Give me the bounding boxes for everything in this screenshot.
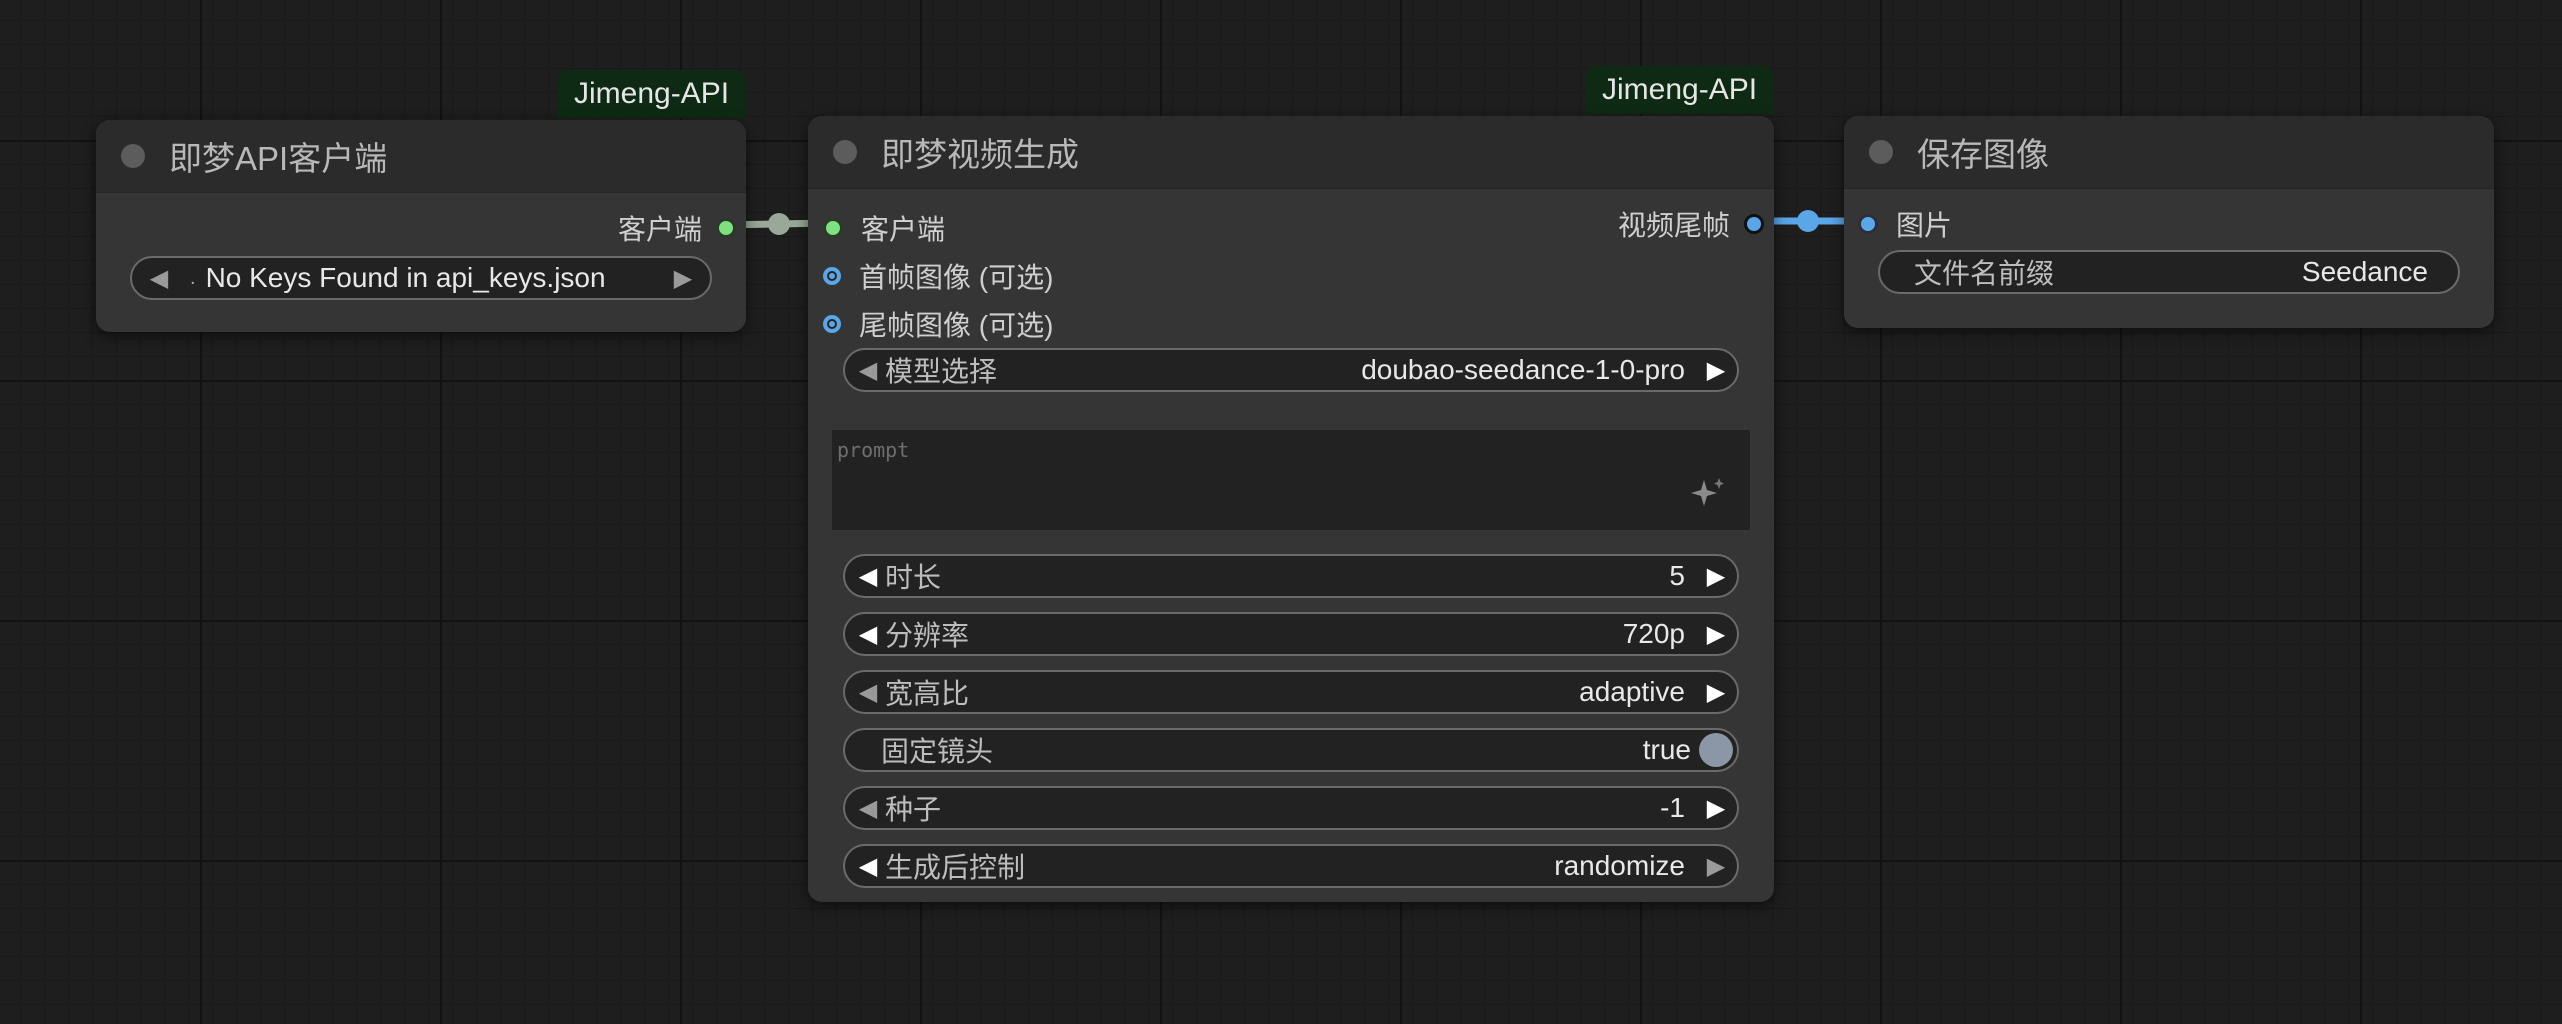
widget-value: adaptive xyxy=(1579,676,1685,707)
filename-prefix-field[interactable]: 文件名前缀 Seedance xyxy=(1878,250,2460,294)
collapse-dot-icon[interactable] xyxy=(833,140,857,164)
widget-label: 文件名前缀 xyxy=(1914,258,2055,289)
camera-fixed-toggle[interactable]: 固定镜头 true xyxy=(843,728,1739,772)
widget-label: 分辨率 xyxy=(885,620,970,651)
input-slot-last-frame[interactable]: 尾帧图像 (可选) xyxy=(823,304,1053,344)
toggle-knob-icon[interactable] xyxy=(1699,733,1733,767)
output-label: 视频尾帧 xyxy=(1617,210,1730,241)
api-key-value: No Keys Found in api_keys.json xyxy=(205,262,606,293)
widget-value: 5 xyxy=(1669,560,1685,591)
arrow-right-icon[interactable]: ▶ xyxy=(1701,620,1731,649)
api-key-prefix: . xyxy=(190,266,196,289)
input-label: 尾帧图像 (可选) xyxy=(859,310,1054,341)
arrow-right-icon[interactable]: ▶ xyxy=(1701,852,1731,881)
widget-value: randomize xyxy=(1554,850,1685,881)
input-socket-icon[interactable] xyxy=(1858,214,1878,234)
arrow-right-icon[interactable]: ▶ xyxy=(668,264,698,293)
input-socket-icon[interactable] xyxy=(823,218,843,238)
output-slot-client[interactable]: 客户端 xyxy=(618,208,736,248)
arrow-left-icon[interactable]: ◀ xyxy=(853,356,883,385)
input-label: 图片 xyxy=(1896,210,1953,241)
widget-label: 固定镜头 xyxy=(881,736,994,767)
save-image-node[interactable]: 保存图像 图片 文件名前缀 Seedance xyxy=(1844,116,2494,328)
node-badge: Jimeng-API xyxy=(1586,66,1774,114)
input-label: 首帧图像 (可选) xyxy=(859,262,1054,293)
input-slot-first-frame[interactable]: 首帧图像 (可选) xyxy=(823,256,1053,296)
output-socket-icon[interactable] xyxy=(1744,214,1764,234)
output-socket-icon[interactable] xyxy=(716,218,736,238)
arrow-right-icon[interactable]: ▶ xyxy=(1701,794,1731,823)
widget-label: 种子 xyxy=(885,794,942,825)
widget-value: doubao-seedance-1-0-pro xyxy=(1361,354,1685,385)
api-key-select[interactable]: ◀ . No Keys Found in api_keys.json ▶ xyxy=(130,256,712,300)
node-header[interactable]: 保存图像 xyxy=(1844,116,2494,189)
arrow-right-icon[interactable]: ▶ xyxy=(1701,562,1731,591)
model-select[interactable]: ◀ 模型选择 doubao-seedance-1-0-pro ▶ xyxy=(843,348,1739,392)
node-title: 即梦API客户端 xyxy=(169,140,388,177)
arrow-left-icon[interactable]: ◀ xyxy=(144,264,174,293)
jimeng-api-client-node[interactable]: 即梦API客户端 客户端 ◀ . No Keys Found in api_ke… xyxy=(96,120,746,332)
sparkle-icon[interactable] xyxy=(1688,476,1728,512)
widget-label: 模型选择 xyxy=(885,356,998,387)
widget-value: true xyxy=(1642,734,1691,765)
node-title: 保存图像 xyxy=(1917,136,2049,173)
control-after-generate-select[interactable]: ◀ 生成后控制 randomize ▶ xyxy=(843,844,1739,888)
input-slot-client[interactable]: 客户端 xyxy=(823,208,945,248)
node-header[interactable]: 即梦视频生成 xyxy=(808,116,1774,189)
widget-label: 生成后控制 xyxy=(885,852,1026,883)
node-header[interactable]: 即梦API客户端 xyxy=(96,120,746,193)
widget-label: 时长 xyxy=(885,562,942,593)
jimeng-video-generation-node[interactable]: 即梦视频生成 客户端 首帧图像 (可选) 尾帧图像 (可选) 视频尾帧 ◀ 模型… xyxy=(808,116,1774,902)
widget-value: -1 xyxy=(1660,792,1685,823)
output-label: 客户端 xyxy=(617,214,702,245)
arrow-left-icon[interactable]: ◀ xyxy=(853,852,883,881)
prompt-textarea[interactable]: prompt xyxy=(832,430,1750,530)
prompt-placeholder: prompt xyxy=(837,438,910,462)
input-socket-icon[interactable] xyxy=(823,315,841,333)
arrow-left-icon[interactable]: ◀ xyxy=(853,562,883,591)
input-label: 客户端 xyxy=(861,214,946,245)
input-slot-image[interactable]: 图片 xyxy=(1858,204,1952,244)
arrow-left-icon[interactable]: ◀ xyxy=(853,678,883,707)
node-title: 即梦视频生成 xyxy=(881,136,1079,173)
collapse-dot-icon[interactable] xyxy=(1869,140,1893,164)
resolution-select[interactable]: ◀ 分辨率 720p ▶ xyxy=(843,612,1739,656)
input-socket-icon[interactable] xyxy=(823,267,841,285)
arrow-right-icon[interactable]: ▶ xyxy=(1701,678,1731,707)
output-slot-video-last-frame[interactable]: 视频尾帧 xyxy=(1618,204,1764,244)
arrow-left-icon[interactable]: ◀ xyxy=(853,620,883,649)
collapse-dot-icon[interactable] xyxy=(121,144,145,168)
seed-stepper[interactable]: ◀ 种子 -1 ▶ xyxy=(843,786,1739,830)
node-badge: Jimeng-API xyxy=(558,70,746,118)
widget-value: Seedance xyxy=(2301,256,2428,287)
arrow-left-icon[interactable]: ◀ xyxy=(853,794,883,823)
arrow-right-icon[interactable]: ▶ xyxy=(1701,356,1731,385)
duration-stepper[interactable]: ◀ 时长 5 ▶ xyxy=(843,554,1739,598)
aspect-ratio-select[interactable]: ◀ 宽高比 adaptive ▶ xyxy=(843,670,1739,714)
widget-label: 宽高比 xyxy=(885,678,970,709)
widget-value: 720p xyxy=(1622,618,1685,649)
